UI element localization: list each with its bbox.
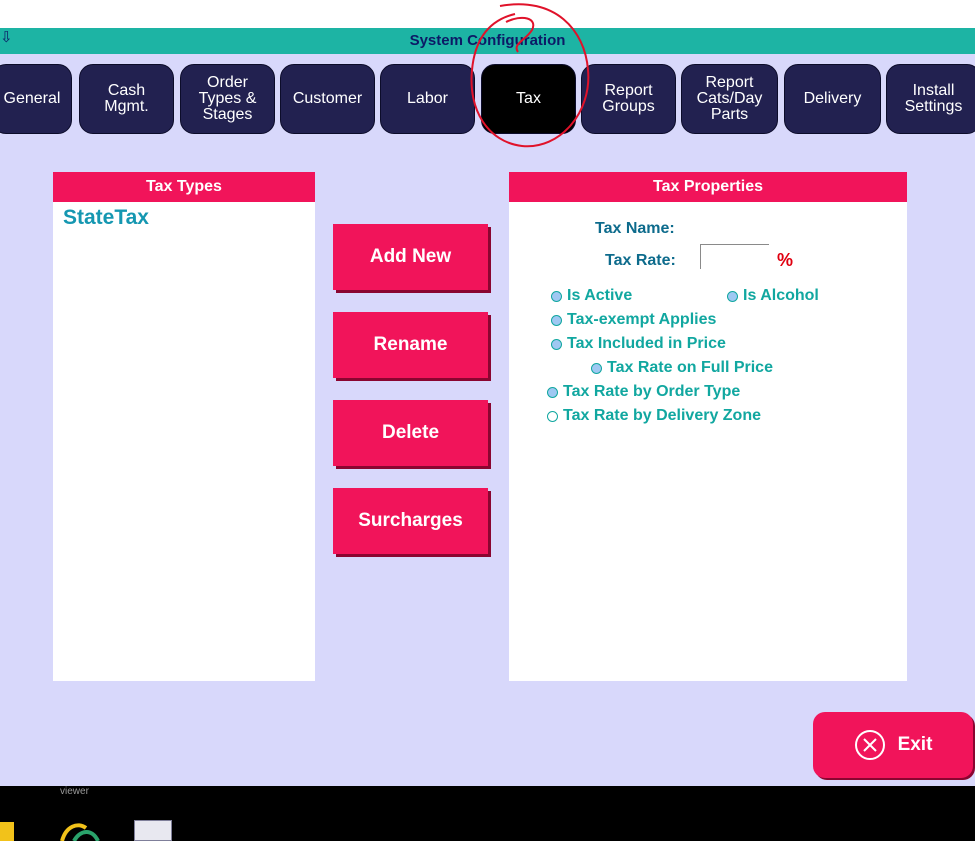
app-body: General Cash Mgmt. Order Types & Stages … bbox=[0, 3, 975, 786]
tab-general[interactable]: General bbox=[0, 64, 72, 134]
tax-types-header: Tax Types bbox=[53, 172, 315, 202]
tab-delivery[interactable]: Delivery bbox=[784, 64, 881, 134]
percent-symbol: % bbox=[777, 250, 794, 270]
radio-icon bbox=[727, 290, 738, 302]
tab-install-settings[interactable]: Install Settings bbox=[886, 64, 975, 134]
tax-rate-full-price-option[interactable]: Tax Rate on Full Price bbox=[591, 359, 773, 377]
document-viewer-icon[interactable] bbox=[134, 820, 172, 841]
is-active-option[interactable]: Is Active bbox=[551, 287, 632, 305]
rename-button[interactable]: Rename bbox=[333, 312, 488, 378]
tax-exempt-option[interactable]: Tax-exempt Applies bbox=[551, 311, 716, 329]
taskbar-caption: viewer bbox=[60, 786, 89, 797]
delete-button[interactable]: Delete bbox=[333, 400, 488, 466]
radio-icon bbox=[591, 362, 602, 374]
tax-properties-panel: Tax Name: Tax Rate: % Is Active Is Alcoh… bbox=[509, 202, 907, 681]
tax-rate-label: Tax Rate: bbox=[605, 252, 676, 269]
list-item[interactable]: StateTax bbox=[63, 206, 149, 230]
tab-report-cats[interactable]: Report Cats/Day Parts bbox=[681, 64, 778, 134]
radio-icon bbox=[551, 338, 562, 350]
tax-name-label: Tax Name: bbox=[595, 220, 675, 237]
tax-included-option[interactable]: Tax Included in Price bbox=[551, 335, 726, 353]
surcharges-button[interactable]: Surcharges bbox=[333, 488, 488, 554]
exit-button[interactable]: Exit bbox=[813, 712, 973, 778]
is-alcohol-option[interactable]: Is Alcohol bbox=[727, 287, 819, 305]
radio-icon bbox=[551, 290, 562, 302]
exit-label: Exit bbox=[897, 734, 933, 755]
close-circle-icon bbox=[854, 730, 885, 760]
tax-rate-delivery-zone-option[interactable]: Tax Rate by Delivery Zone bbox=[547, 407, 761, 425]
radio-icon bbox=[551, 314, 562, 326]
radio-icon bbox=[547, 410, 558, 422]
pin-icon: ⇩ bbox=[0, 29, 13, 46]
radio-icon bbox=[547, 386, 558, 398]
tab-customer[interactable]: Customer bbox=[280, 64, 375, 134]
add-new-button[interactable]: Add New bbox=[333, 224, 488, 290]
annotation-circle bbox=[470, 3, 590, 148]
tax-properties-header: Tax Properties bbox=[509, 172, 907, 202]
tax-rate-order-type-option[interactable]: Tax Rate by Order Type bbox=[547, 383, 740, 401]
app-logo-icon[interactable] bbox=[58, 822, 102, 841]
tab-cash-mgmt[interactable]: Cash Mgmt. bbox=[79, 64, 174, 134]
folder-icon[interactable] bbox=[0, 822, 14, 841]
tab-order-types[interactable]: Order Types & Stages bbox=[180, 64, 275, 134]
tax-types-list: StateTax bbox=[53, 202, 315, 681]
tax-rate-input[interactable] bbox=[700, 244, 769, 269]
